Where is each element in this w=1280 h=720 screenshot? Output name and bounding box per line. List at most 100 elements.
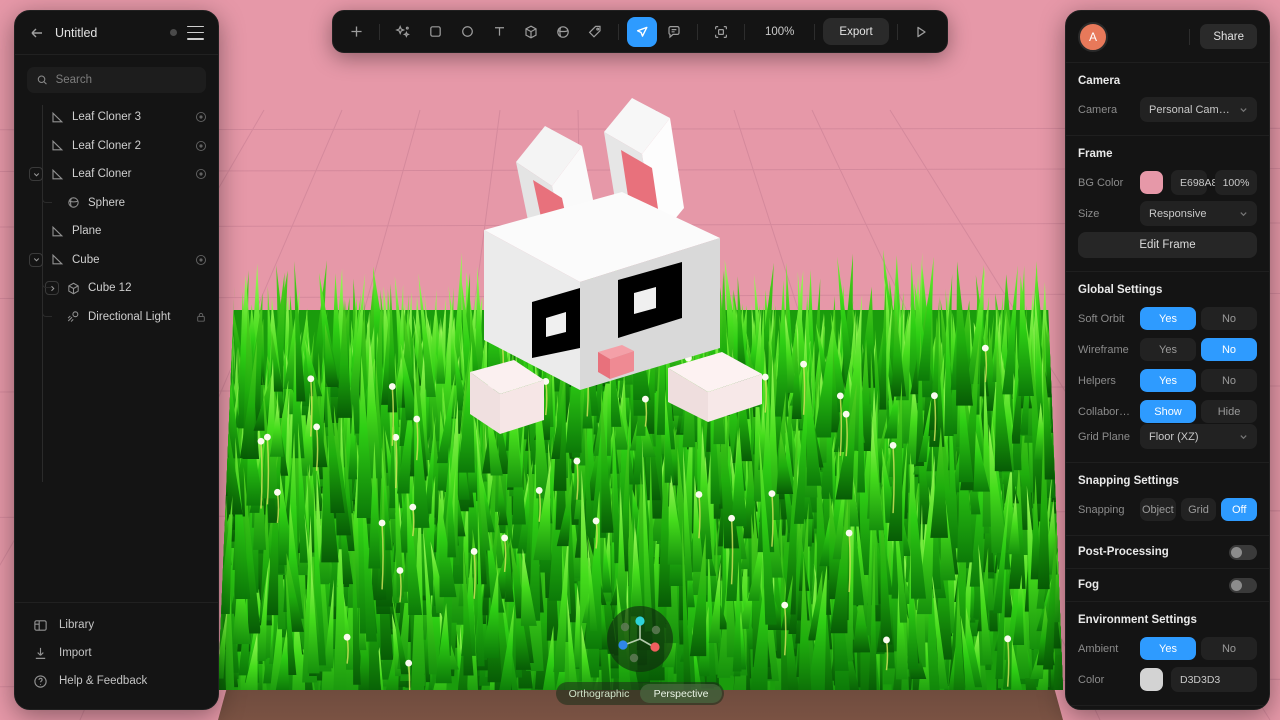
layer-row[interactable]: Plane [15, 217, 218, 246]
layer-row[interactable]: Leaf Cloner [15, 160, 218, 189]
bunny-character-object[interactable] [470, 90, 810, 470]
tag-icon[interactable] [580, 17, 610, 47]
env-color-hex-input[interactable]: D3D3D3 [1171, 667, 1257, 692]
fog-toggle[interactable] [1229, 577, 1257, 593]
comment-icon[interactable] [659, 17, 689, 47]
cloner-target-icon[interactable] [194, 167, 208, 181]
editor-root: Orthographic Perspective Untitled Leaf C… [0, 0, 1280, 720]
add-icon[interactable] [341, 17, 371, 47]
export-button[interactable]: Export [823, 18, 889, 45]
tree-elbow [42, 192, 52, 203]
segment-option-show[interactable]: Show [1140, 400, 1196, 423]
sidebar-item-library[interactable]: Library [15, 611, 218, 639]
cloner-target-icon[interactable] [194, 139, 208, 153]
plane-icon [50, 252, 65, 267]
lock-icon[interactable] [194, 310, 208, 324]
grid-plane-select[interactable]: Floor (XZ) [1140, 424, 1257, 449]
bg-opacity-input[interactable]: 100% [1215, 170, 1257, 195]
project-title[interactable]: Untitled [55, 26, 160, 40]
chevron-down-icon[interactable] [29, 167, 43, 182]
snapping-option-object[interactable]: Object [1140, 498, 1176, 521]
toolbar-divider [379, 23, 380, 40]
sidebar-search-wrap [15, 55, 218, 101]
global-setting-row: Wireframe Yes No [1078, 337, 1257, 362]
snapping-option-grid[interactable]: Grid [1180, 498, 1217, 521]
bg-color-swatch[interactable] [1140, 171, 1163, 194]
bg-color-label: BG Color [1078, 176, 1124, 189]
segment-option-yes[interactable]: Yes [1140, 369, 1196, 392]
layer-label: Leaf Cloner 2 [72, 139, 142, 152]
gizmo-x-axis [618, 640, 628, 650]
plane-icon [50, 224, 65, 239]
frame-section-title: Frame [1078, 148, 1113, 160]
layer-row[interactable]: Leaf Cloner 3 [15, 103, 218, 132]
import-icon [35, 647, 46, 659]
segment-option-no[interactable]: No [1201, 338, 1257, 361]
cloner-target-icon[interactable] [194, 110, 208, 124]
size-select-value: Responsive [1149, 207, 1207, 220]
sidebar-item-help[interactable]: Help & Feedback [15, 667, 218, 695]
circle-icon[interactable] [452, 17, 482, 47]
sphere-icon[interactable] [548, 17, 578, 47]
grid-plane-value: Floor (XZ) [1149, 430, 1199, 443]
segment-option-yes[interactable]: Yes [1140, 307, 1196, 330]
snapping-option-off[interactable]: Off [1221, 498, 1258, 521]
fog-label: Fog [1078, 579, 1100, 591]
segment-option-no[interactable]: No [1201, 369, 1257, 392]
segment-option-no[interactable]: No [1201, 307, 1257, 330]
cube-icon [66, 281, 81, 296]
layer-row[interactable]: Leaf Cloner 2 [15, 132, 218, 161]
magic-icon[interactable] [388, 17, 418, 47]
size-select[interactable]: Responsive [1140, 201, 1257, 226]
camera-select[interactable]: Personal Camera [1140, 97, 1257, 122]
cube-icon[interactable] [516, 17, 546, 47]
text-icon[interactable] [484, 17, 514, 47]
layer-row[interactable]: Cube 12 [15, 274, 218, 303]
layer-label: Cube [72, 253, 100, 266]
snapping-settings-section: Snapping Settings Snapping Object Grid Off [1066, 463, 1269, 536]
zoom-level[interactable]: 100% [753, 26, 806, 38]
library-icon [34, 619, 47, 631]
bg-color-hex-input[interactable]: E698A8 [1171, 170, 1217, 195]
sidebar-item-import[interactable]: Import [15, 639, 218, 667]
camera-field-label: Camera [1078, 103, 1118, 116]
layer-row[interactable]: Directional Light [15, 303, 218, 332]
post-processing-toggle[interactable] [1229, 544, 1257, 560]
search-field[interactable] [27, 67, 206, 93]
post-processing-row: Post-Processing [1066, 536, 1269, 569]
gizmo-y-axis [635, 616, 645, 626]
sidebar-item-help-label: Help & Feedback [59, 675, 148, 687]
frame-section: Frame BG Color E698A8 100% Size Responsi… [1066, 136, 1269, 272]
segment-option-yes[interactable]: Yes [1140, 338, 1196, 361]
snapping-segmented-control: Object Grid Off [1140, 498, 1258, 521]
play-icon[interactable] [906, 17, 936, 47]
ambient-option-yes[interactable]: Yes [1140, 637, 1196, 660]
projection-toggle[interactable]: Orthographic Perspective [556, 682, 724, 705]
grid-plane-label: Grid Plane [1078, 430, 1130, 443]
cloner-target-icon[interactable] [194, 253, 208, 267]
axis-gizmo[interactable] [607, 606, 673, 672]
projection-option-orthographic[interactable]: Orthographic [558, 684, 640, 703]
frame-icon[interactable] [706, 17, 736, 47]
ambient-option-no[interactable]: No [1201, 637, 1257, 660]
hamburger-menu-icon[interactable] [187, 25, 204, 40]
square-icon[interactable] [420, 17, 450, 47]
layer-label: Plane [72, 225, 102, 238]
layer-row[interactable]: Cube [15, 246, 218, 275]
segmented-control: Yes No [1140, 338, 1257, 361]
avatar[interactable]: A [1078, 21, 1108, 52]
segment-option-hide[interactable]: Hide [1201, 400, 1257, 423]
edit-frame-button[interactable]: Edit Frame [1078, 232, 1257, 258]
plane-icon [50, 110, 65, 125]
search-input[interactable] [55, 74, 196, 86]
sidebar-footer: Library Import Help & Feedback [15, 602, 218, 709]
layer-row[interactable]: Sphere [15, 189, 218, 218]
chevron-down-icon [1240, 108, 1247, 113]
cursor-icon[interactable] [627, 16, 657, 47]
chevron-down-icon[interactable] [29, 252, 43, 267]
env-color-swatch[interactable] [1140, 668, 1163, 691]
snapping-field: Snapping Object Grid Off [1078, 497, 1258, 522]
arrow-left-icon[interactable] [29, 25, 45, 41]
share-button[interactable]: Share [1200, 24, 1257, 49]
projection-option-perspective[interactable]: Perspective [640, 684, 722, 703]
